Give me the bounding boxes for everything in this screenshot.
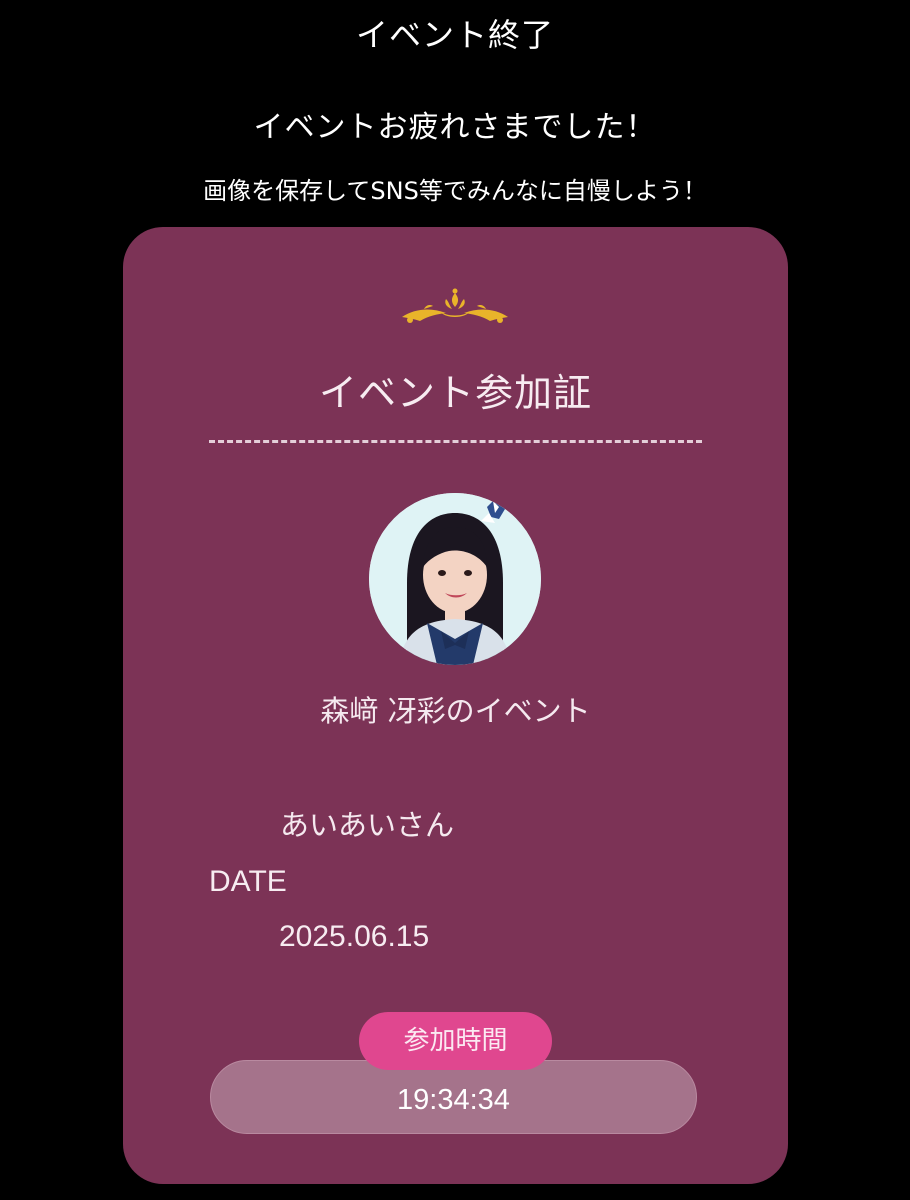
date-value: 2025.06.15 (279, 920, 430, 953)
participation-time-value: 19:34:34 (397, 1084, 510, 1116)
date-label: DATE (209, 865, 287, 898)
certificate-title: イベント参加証 (318, 371, 592, 415)
participation-time-label: 参加時間 (359, 1012, 552, 1070)
dashed-divider (209, 440, 702, 443)
page-title: イベント終了 (355, 16, 554, 54)
crown-ornament-icon (402, 288, 508, 323)
share-prompt: 画像を保存してSNS等でみんなに自慢しよう！ (203, 177, 707, 205)
participation-certificate-card[interactable]: イベント参加証 森﨑 冴彩のイベント あいあいさん DATE 2025.06.1… (123, 227, 788, 1184)
member-avatar-photo (369, 493, 541, 665)
participation-time-box: 19:34:34 (210, 1060, 697, 1134)
participant-name: あいあいさん (280, 808, 455, 842)
thanks-message: イベントお疲れさまでした！ (253, 110, 657, 145)
event-name: 森﨑 冴彩のイベント (320, 694, 591, 728)
